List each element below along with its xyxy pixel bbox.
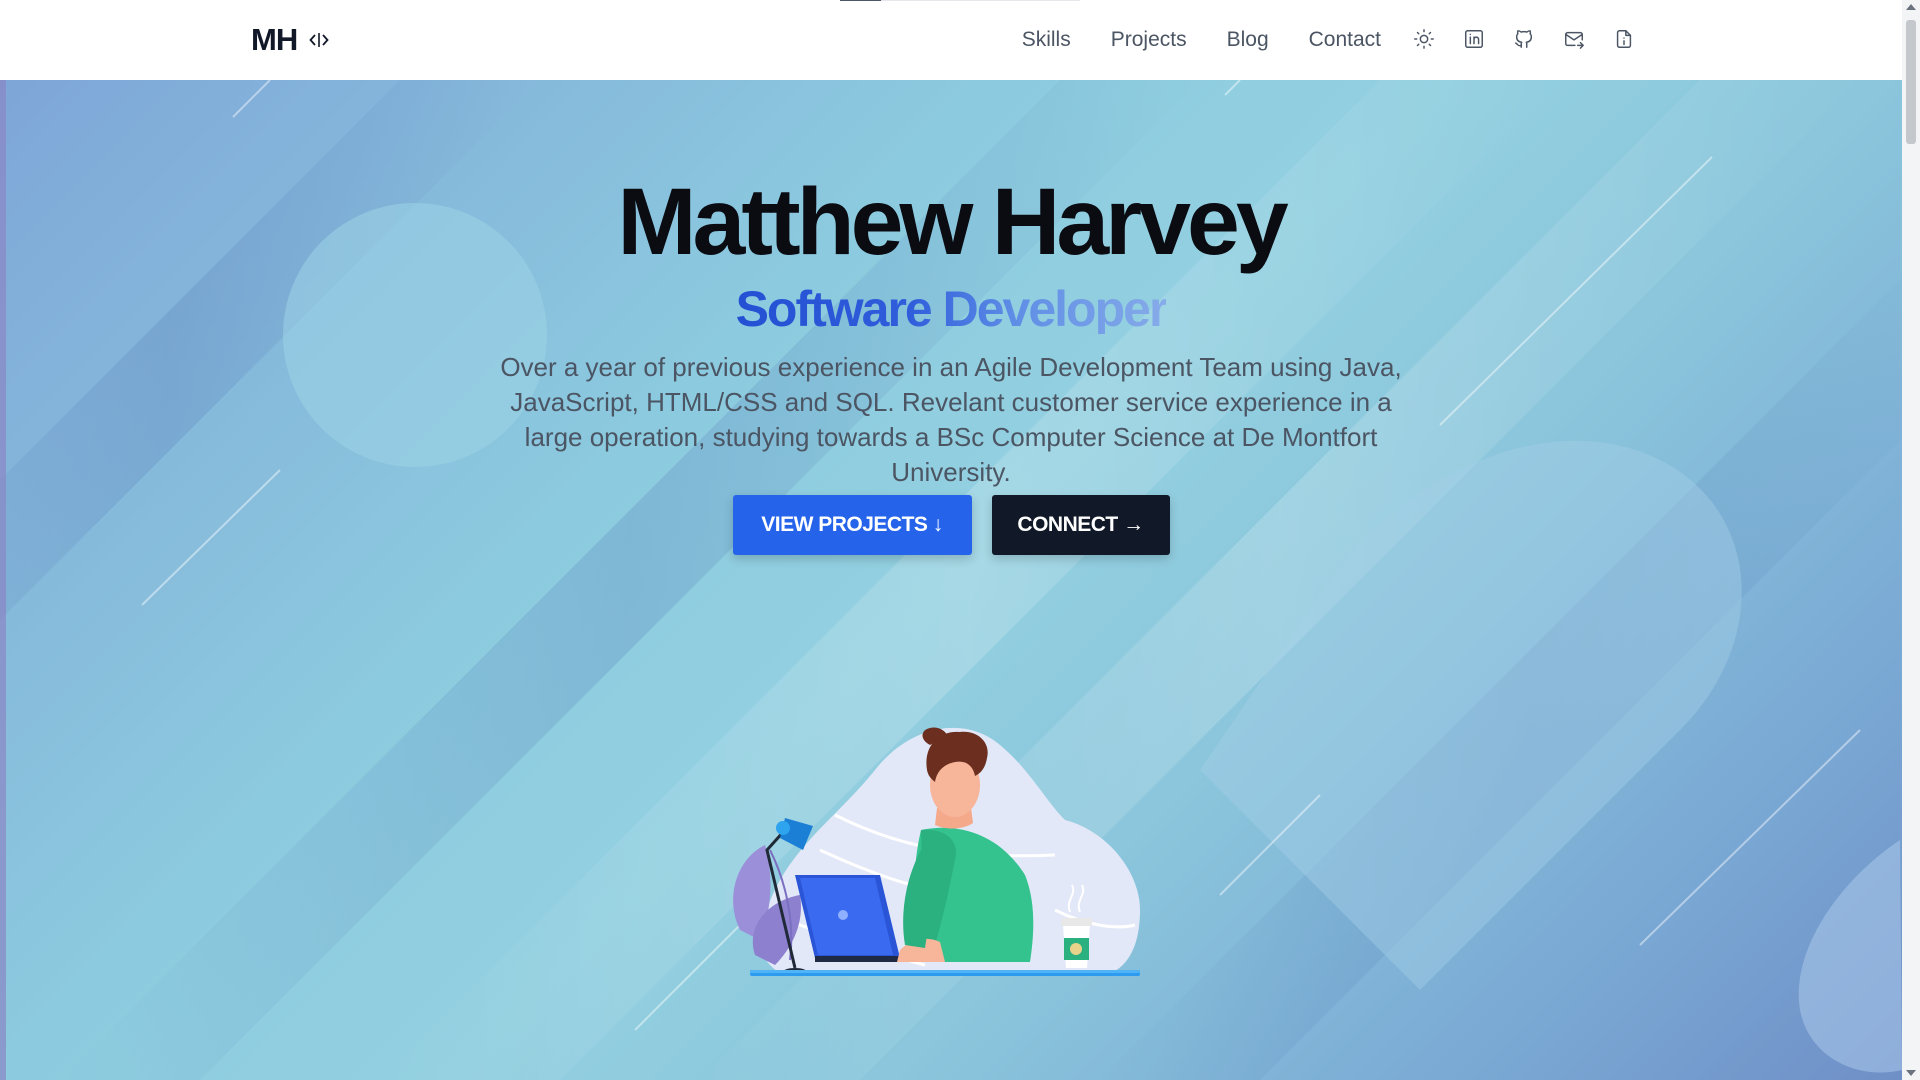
- scroll-down-arrow[interactable]: [1906, 1070, 1916, 1076]
- linkedin-icon[interactable]: [1462, 27, 1486, 51]
- scroll-thumb[interactable]: [1906, 20, 1916, 144]
- scroll-up-arrow[interactable]: [1906, 4, 1916, 10]
- hero-name: Matthew Harvey: [617, 169, 1288, 275]
- developer-illustration: [733, 727, 1140, 976]
- connect-button[interactable]: CONNECT →: [991, 495, 1170, 555]
- mail-icon[interactable]: [1562, 27, 1586, 51]
- hero-buttons: VIEW PROJECTS ↓ CONNECT →: [0, 495, 1902, 555]
- sun-icon[interactable]: [1412, 27, 1436, 51]
- site-logo[interactable]: MH: [251, 22, 329, 58]
- resume-icon[interactable]: [1612, 27, 1636, 51]
- hero-role: Software Developer: [735, 281, 1169, 337]
- hero-description: Over a year of previous experience in an…: [500, 352, 1402, 487]
- main-nav: Skills Projects Blog Contact: [1022, 26, 1381, 54]
- hero-section: Matthew Harvey Software Developer Over a…: [0, 80, 1902, 1080]
- scroll-progress-fill: [840, 0, 881, 1]
- view-projects-button[interactable]: VIEW PROJECTS ↓: [732, 495, 972, 555]
- page-scrollbar[interactable]: [1902, 0, 1920, 1080]
- site-header: MH Skills Projects Blog Contact: [0, 0, 1902, 80]
- nav-blog[interactable]: Blog: [1227, 26, 1269, 54]
- nav-contact[interactable]: Contact: [1309, 26, 1381, 54]
- scroll-progress-bar: [840, 0, 1080, 1]
- hero-role-wrapper: Software Developer: [0, 284, 1902, 334]
- header-icons: [1412, 27, 1636, 51]
- nav-skills[interactable]: Skills: [1022, 26, 1071, 54]
- code-icon: [309, 33, 329, 47]
- github-icon[interactable]: [1512, 27, 1536, 51]
- nav-projects[interactable]: Projects: [1111, 26, 1187, 54]
- logo-text: MH: [251, 22, 298, 57]
